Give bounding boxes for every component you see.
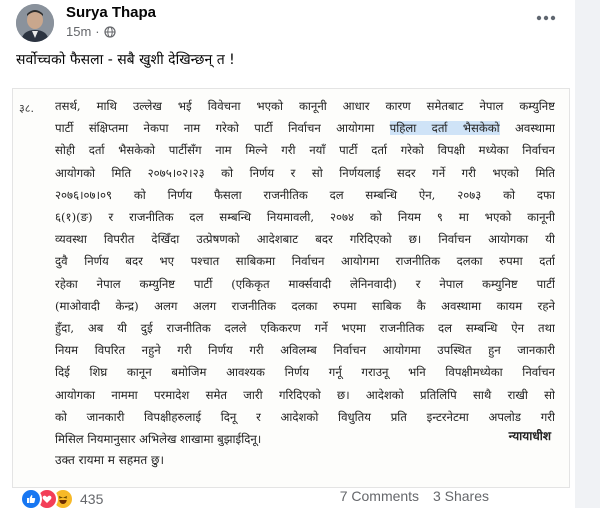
globe-icon[interactable] <box>104 25 116 38</box>
document-line: दिई शिघ्र कानून बमोजिम आवश्यक निर्णय गर्… <box>55 365 555 380</box>
document-line: आयोगको मिति २०७५।०२।२३ को निर्णय र सो नि… <box>55 165 555 180</box>
more-options-icon[interactable] <box>530 8 562 28</box>
engagement-counts: 7 Comments 3 Shares <box>330 488 489 504</box>
document-line: को जानकारी विपक्षीहरुलाई दिनू र आदेशको व… <box>55 409 555 424</box>
scrollbar[interactable] <box>575 0 600 508</box>
document-line: (माओवादी केन्द्र) अलग अलग राजनीतिक दलका … <box>55 298 555 313</box>
document-line: रहेका नेपाल कम्युनिष्ट पार्टी (एकिकृत मा… <box>55 276 555 291</box>
document-line: ६(१)(ङ) र राजनीतिक दल सम्बन्धि नियमावली,… <box>55 210 555 225</box>
post-caption: सर्वोच्चको फैसला - सबै खुशी देखिन्छन् त … <box>16 52 235 68</box>
post-footer: 435 7 Comments 3 Shares <box>0 484 575 510</box>
post-time[interactable]: 15m <box>66 24 91 39</box>
meta-separator: · <box>95 24 100 39</box>
document-line: नियम विपरित नहुने गरी निर्णय गरी अविलम्ब… <box>55 343 555 358</box>
document-text: तसर्थ, माथि उल्लेख भई विवेचना भएको कानून… <box>55 95 555 450</box>
signature-label: न्यायाधीश <box>508 429 551 443</box>
reaction-count: 435 <box>80 491 104 507</box>
document-image[interactable]: ३८. तसर्थ, माथि उल्लेख भई विवेचना भएको क… <box>12 88 570 488</box>
document-line: आयोगका नाममा परमादेश समेत जारी गरिदिएको … <box>55 387 555 402</box>
like-reaction-icon <box>20 488 42 510</box>
document-line: तसर्थ, माथि उल्लेख भई विवेचना भएको कानून… <box>55 99 555 113</box>
highlighted-text: पहिला दर्ता भैसकेको <box>389 121 500 136</box>
paragraph-number: ३८. <box>19 102 34 115</box>
document-line: व्यवस्था विपरीत देखिँदा उत्प्रेषणको आदेश… <box>55 232 555 247</box>
shares-count-link[interactable]: 3 Shares <box>433 488 489 504</box>
document-line: दुवै निर्णय बदर भए पश्चात साबिकमा निर्वा… <box>55 254 555 269</box>
document-line-end: अवस्थामा <box>499 121 555 136</box>
document-line: सोही दर्ता भैसकेको पार्टीसँग नाम मिल्ने … <box>55 143 555 158</box>
document-line: हुँदा, अब यी दुई राजनीतिक दलले एकिकरण गर… <box>55 321 555 336</box>
avatar[interactable] <box>16 4 54 42</box>
post-meta: 15m · <box>66 24 116 39</box>
avatar-image <box>16 4 54 42</box>
document-line-start: पार्टी संक्षिप्तमा नेकपा नाम गरेको पार्ट… <box>55 121 390 136</box>
author-name[interactable]: Surya Thapa <box>66 4 156 21</box>
comments-count-link[interactable]: 7 Comments <box>340 488 419 504</box>
reactions-summary[interactable]: 435 <box>20 488 103 510</box>
document-line: २०७६।०७।०९ को निर्णय फैसला राजनीतिक दल स… <box>55 187 555 202</box>
post-card: Surya Thapa 15m · सर्वोच्चको फैसला - सबै… <box>0 0 576 510</box>
agreement-text: उक्त रायमा म सहमत छु। <box>55 453 165 467</box>
document-line: पार्टी संक्षिप्तमा नेकपा नाम गरेको पार्ट… <box>55 117 555 139</box>
document-line: मिसिल नियमानुसार अभिलेख शाखामा बुझाईदिनू… <box>55 432 262 447</box>
